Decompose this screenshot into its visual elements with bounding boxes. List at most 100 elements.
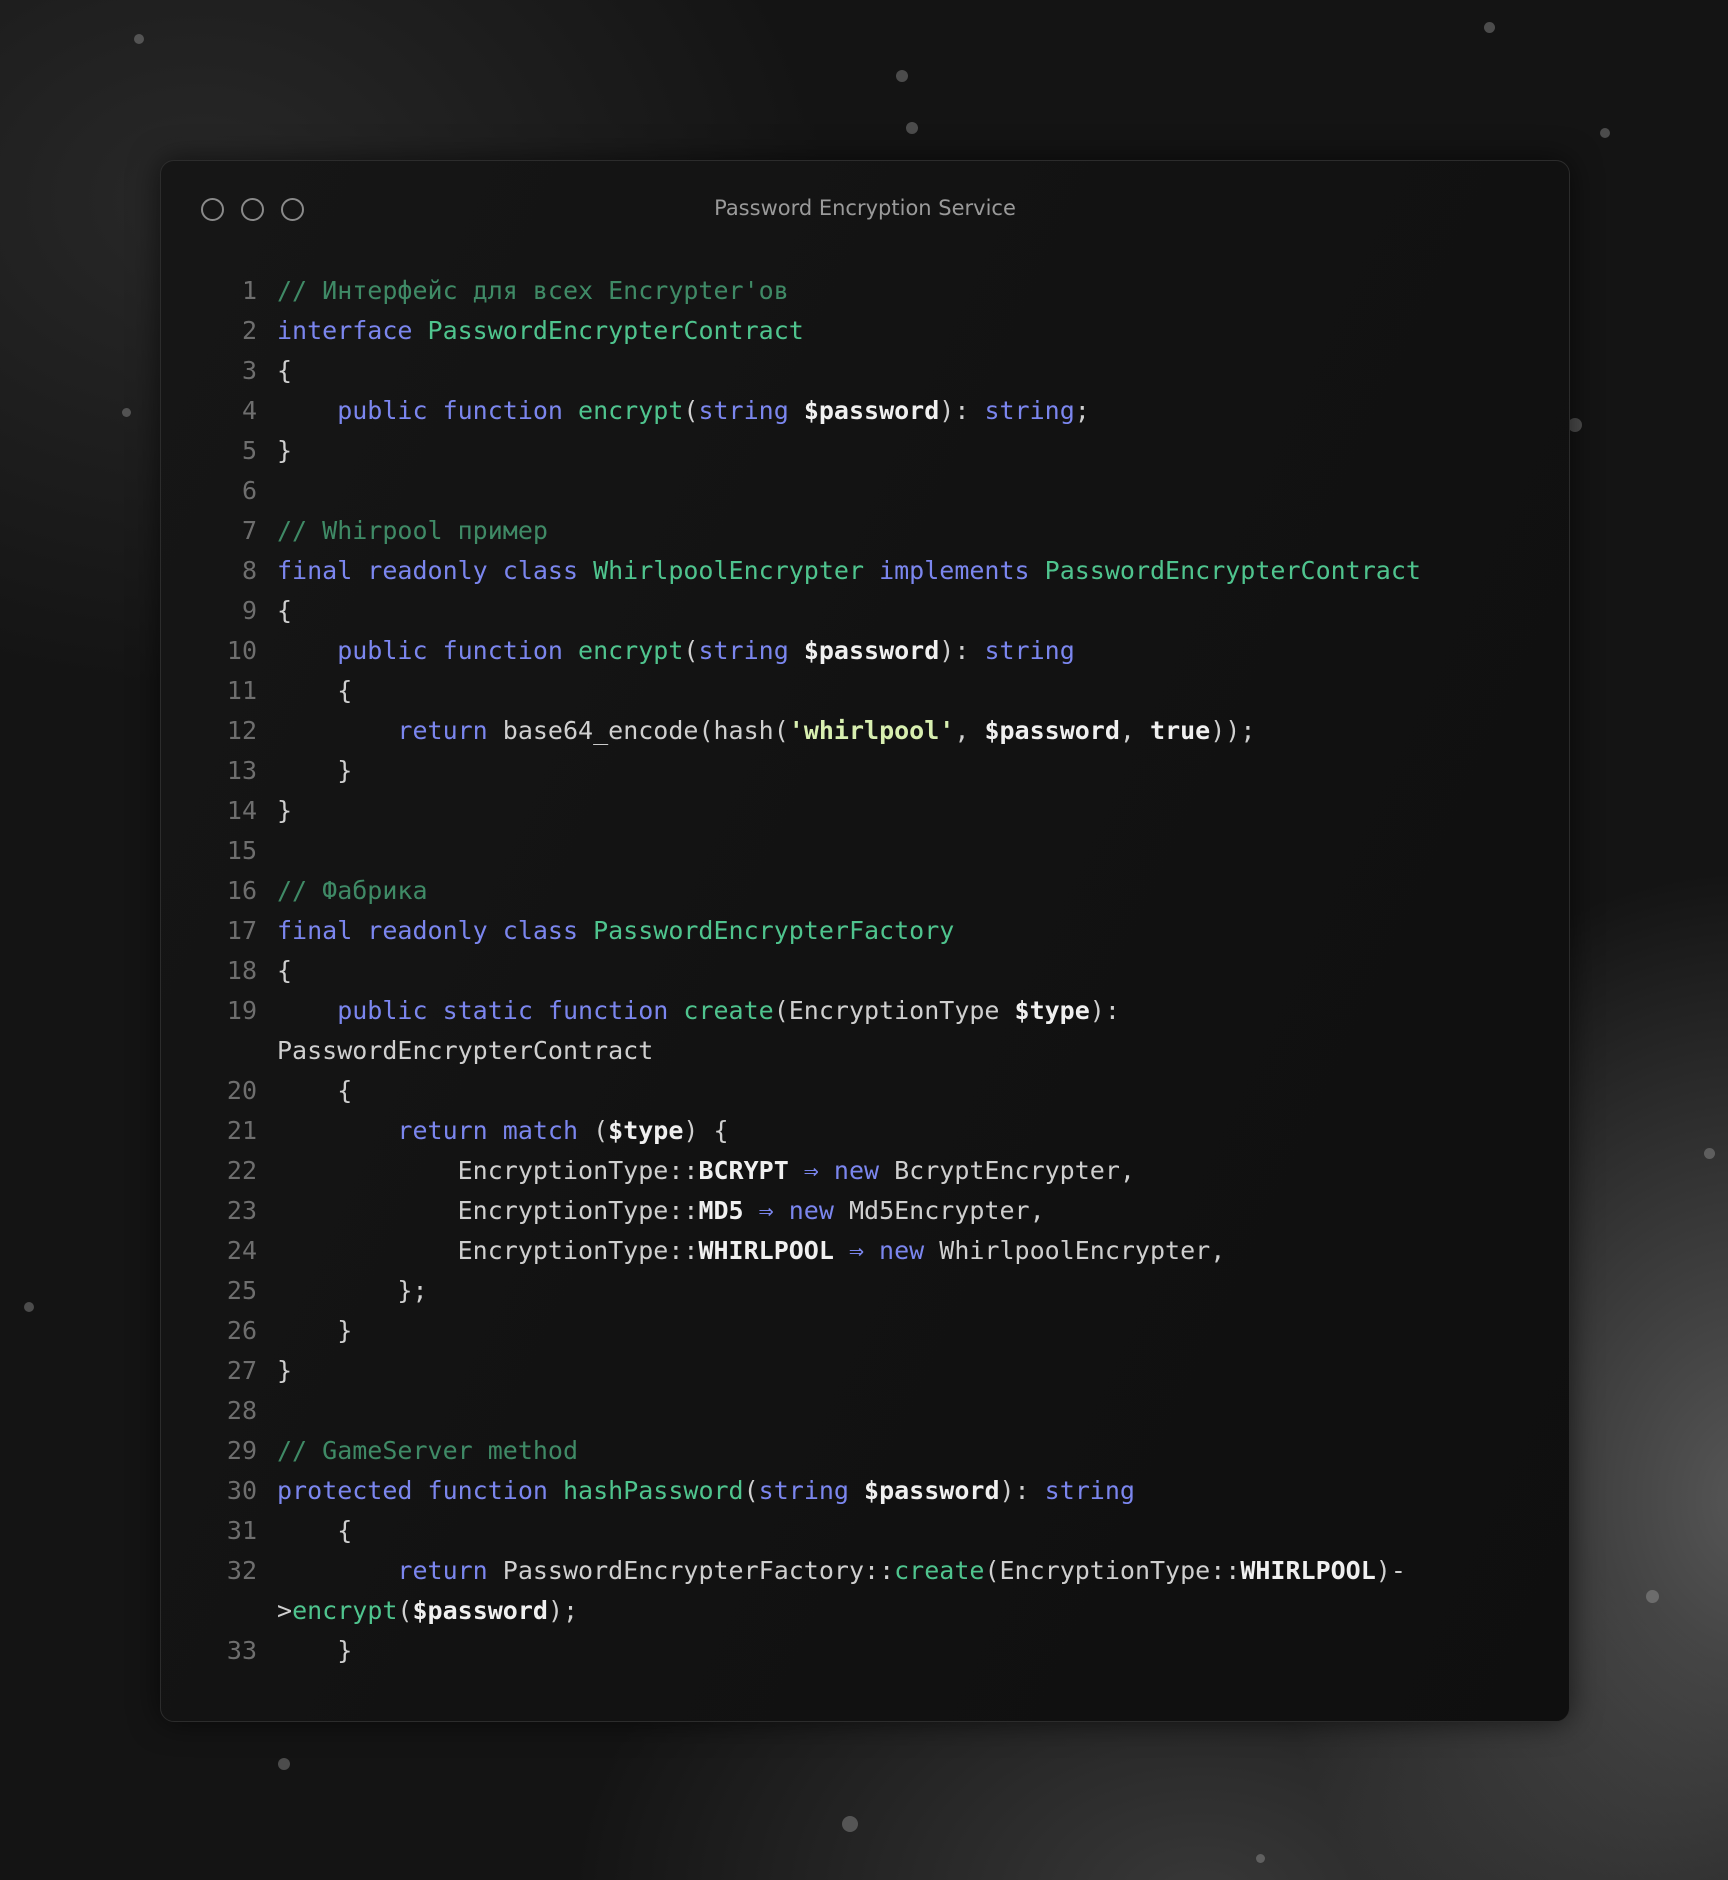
code-token: ): <box>939 396 985 425</box>
code-token: public function <box>277 636 579 665</box>
code-token: // GameServer method <box>277 1436 579 1465</box>
line-number: 14 <box>226 796 257 825</box>
line-content: } <box>277 1351 292 1391</box>
line-number: 16 <box>226 876 257 905</box>
line-content: interface PasswordEncrypterContract <box>277 311 804 351</box>
line-content: public function encrypt(string $password… <box>277 391 1090 431</box>
code-token: // Фабрика <box>277 876 428 905</box>
line-content: { <box>277 951 292 991</box>
code-line: 15 <box>197 831 1421 871</box>
code-token: } <box>277 436 293 465</box>
code-token: PasswordEncrypterContract <box>1044 556 1421 585</box>
line-content: } <box>277 1311 352 1351</box>
code-line: 20 { <box>197 1071 1421 1111</box>
line-number: 21 <box>226 1116 257 1145</box>
code-token: MD5 <box>698 1196 759 1225</box>
code-token: (EncryptionType <box>773 996 1015 1025</box>
line-number: 15 <box>226 836 257 865</box>
code-token: implements <box>879 556 1045 585</box>
line-number: 6 <box>241 476 257 505</box>
code-token: { <box>277 956 293 985</box>
code-line: 7 // Whirpool пример <box>197 511 1421 551</box>
code-token: $password <box>412 1596 548 1625</box>
code-token: EncryptionType:: <box>277 1236 699 1265</box>
code-line: PasswordEncrypterContract <box>197 1031 1421 1071</box>
line-number: 11 <box>226 676 257 705</box>
line-content: // Интерфейс для всех Encrypter'ов <box>277 271 789 311</box>
line-content: }; <box>277 1271 427 1311</box>
code-token: $type <box>1014 996 1090 1025</box>
line-content: final readonly class PasswordEncrypterFa… <box>277 911 954 951</box>
line-content: public function encrypt(string $password… <box>277 631 1075 671</box>
code-line: 2 interface PasswordEncrypterContract <box>197 311 1421 351</box>
code-line: 12 return base64_encode(hash('whirlpool'… <box>197 711 1421 751</box>
code-line: 6 <box>197 471 1421 511</box>
code-token: } <box>277 1356 293 1385</box>
code-line: 32 return PasswordEncrypterFactory::crea… <box>197 1551 1421 1591</box>
code-line: 26 } <box>197 1311 1421 1351</box>
code-line: 33 } <box>197 1631 1421 1671</box>
code-token: final readonly class <box>277 916 594 945</box>
line-number: 7 <box>241 516 257 545</box>
window-title: Password Encryption Service <box>714 196 1016 220</box>
line-number: 23 <box>226 1196 257 1225</box>
code-line: 17 final readonly class PasswordEncrypter… <box>197 911 1421 951</box>
line-number <box>197 1031 277 1071</box>
code-token: ; <box>1074 396 1090 425</box>
code-token: { <box>277 596 293 625</box>
code-token: { <box>277 1076 353 1105</box>
line-number: 2 <box>241 316 257 345</box>
code-token: create <box>894 1556 985 1585</box>
code-line: 22 EncryptionType::BCRYPT ⇒ new BcryptEn… <box>197 1151 1421 1191</box>
code-token: $password <box>984 716 1120 745</box>
code-token: ⇒ new <box>848 1236 940 1265</box>
line-number: 17 <box>226 916 257 945</box>
code-line: 14} <box>197 791 1421 831</box>
code-line: 4 public function encrypt(string $passwo… <box>197 391 1421 431</box>
code-line: 19 public static function create(Encrypt… <box>197 991 1421 1031</box>
code-line: 31 { <box>197 1511 1421 1551</box>
line-number: 1 <box>241 276 257 305</box>
code-token: $password <box>803 636 940 665</box>
code-token: )- <box>1375 1556 1406 1585</box>
code-token: Md5Encrypter, <box>848 1196 1045 1225</box>
code-line: 23 EncryptionType::MD5 ⇒ new Md5Encrypte… <box>197 1191 1421 1231</box>
code-token: return match <box>277 1116 594 1145</box>
line-content: } <box>277 751 352 791</box>
code-token: string <box>1044 1476 1135 1505</box>
line-number: 5 <box>241 436 257 465</box>
code-token: PasswordEncrypterContract <box>427 316 804 345</box>
line-number: 8 <box>241 556 257 585</box>
code-token: interface <box>277 316 428 345</box>
code-token: EncryptionType:: <box>277 1156 699 1185</box>
code-token: ( <box>743 1476 759 1505</box>
code-token: return <box>277 716 503 745</box>
code-line: 28 <box>197 1391 1421 1431</box>
code-token: PasswordEncrypterContract <box>277 1036 654 1065</box>
line-content: } <box>277 791 292 831</box>
line-content: // GameServer method <box>277 1431 578 1471</box>
code-token: ( <box>683 396 699 425</box>
code-token: { <box>277 1516 353 1545</box>
line-content: return base64_encode(hash('whirlpool', $… <box>277 711 1255 751</box>
code-token: WHIRLPOOL <box>698 1236 849 1265</box>
line-number: 18 <box>226 956 257 985</box>
code-token: hashPassword <box>562 1476 744 1505</box>
code-line: 16 // Фабрика <box>197 871 1421 911</box>
code-token: ): <box>1089 996 1120 1025</box>
line-content: final readonly class WhirlpoolEncrypter … <box>277 551 1421 591</box>
code-token: WhirlpoolEncrypter <box>593 556 880 585</box>
line-content: { <box>277 1071 352 1111</box>
line-content: { <box>277 1511 352 1551</box>
code-token: $type <box>608 1116 684 1145</box>
code-token: encrypt <box>292 1596 398 1625</box>
code-token: true <box>1150 716 1211 745</box>
line-content: } <box>277 1631 352 1671</box>
code-token: string <box>984 396 1075 425</box>
code-line: 29 // GameServer method <box>197 1431 1421 1471</box>
code-token: ); <box>547 1596 579 1625</box>
line-content: public static function create(Encryption… <box>277 991 1120 1031</box>
line-content: // Whirpool пример <box>277 511 548 551</box>
line-content <box>277 471 292 511</box>
code-token: ( <box>683 636 699 665</box>
